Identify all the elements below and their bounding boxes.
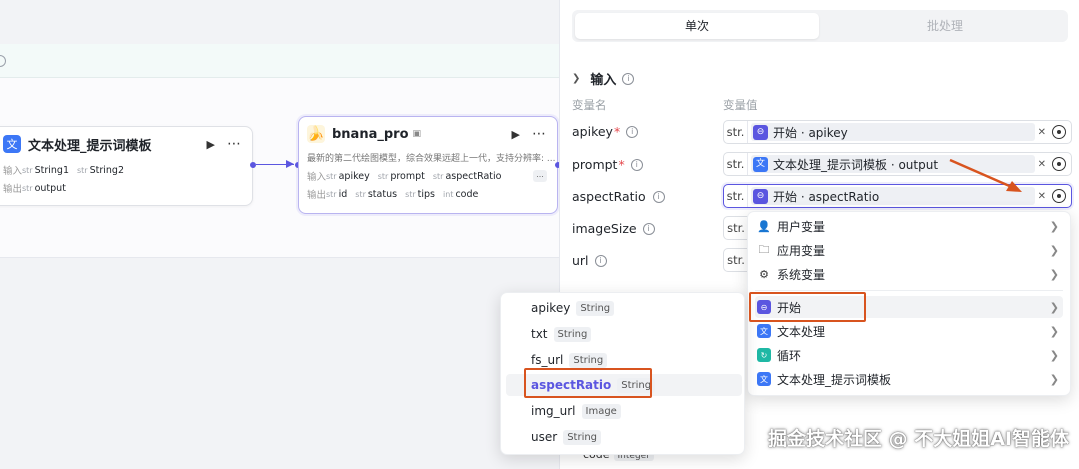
output-tag: str tips — [405, 188, 436, 200]
output-tag: str id — [326, 188, 348, 200]
chevron-right-icon: ❯ — [1049, 348, 1059, 362]
input-tag: str String1 — [22, 164, 69, 176]
variable-picker-icon[interactable] — [1052, 157, 1066, 171]
edge-arrow-icon — [286, 160, 294, 168]
input-tag: str apikey — [326, 170, 370, 182]
variable-item-apikey[interactable]: apikey String — [506, 297, 742, 319]
section-input-header[interactable]: ❯ 输入 i — [572, 69, 635, 88]
param-name: aspectRatio i — [572, 189, 665, 204]
banana-icon: 🍌 — [307, 125, 325, 143]
menu-item-loop[interactable]: ↻ 循环 ❯ — [755, 344, 1063, 366]
text-process-icon: 文 — [3, 135, 21, 153]
type-badge: String — [576, 300, 615, 316]
gear-icon: ⚙ — [759, 267, 769, 281]
node-text-template[interactable]: 文 文本处理_提示词模板 ▶ ⋯ 输入 str String1 str String… — [0, 126, 253, 206]
type-selector[interactable]: str. — [723, 216, 749, 240]
input-tag: str prompt — [377, 170, 425, 182]
clear-icon[interactable]: ✕ — [1038, 159, 1046, 170]
input-label: 输入 — [307, 172, 327, 183]
menu-item-system-vars[interactable]: ⚙ 系统变量 ❯ — [755, 263, 1063, 285]
type-selector[interactable]: str. — [724, 153, 748, 175]
info-icon: i — [642, 222, 655, 235]
clear-icon[interactable]: ✕ — [1038, 191, 1046, 202]
folder-icon: 🗀 — [758, 242, 770, 256]
menu-item-text-process[interactable]: 文文本处理 ❯ — [755, 320, 1063, 342]
info-icon: i — [626, 125, 639, 138]
type-selector[interactable]: str. — [724, 121, 748, 143]
chevron-right-icon: ❯ — [1049, 267, 1059, 281]
output-label: 输出 — [307, 190, 327, 201]
variable-picker-icon[interactable] — [1052, 125, 1066, 139]
clear-icon[interactable]: ✕ — [1038, 127, 1046, 138]
node-description: 最新的第二代绘图模型，综合效果远超上一代，支持分辨率: ... — [307, 154, 556, 164]
annotation-box-aspectratio — [524, 368, 652, 398]
more-icon[interactable]: ⋯ — [227, 136, 242, 152]
annotation-box-start — [749, 292, 866, 322]
input-tag: str String2 — [77, 164, 124, 176]
more-inputs-icon[interactable]: ... — [533, 170, 547, 182]
param-value-apikey[interactable]: str. ⊖ 开始 · apikey ✕ — [723, 120, 1072, 144]
menu-item-user-vars[interactable]: 👤 用户变量 ❯ — [755, 215, 1063, 237]
menu-divider — [755, 290, 1063, 291]
loop-icon: ↻ — [757, 348, 771, 362]
col-header-name: 变量名 — [572, 98, 607, 112]
input-tag: str aspectRatio — [432, 170, 502, 182]
variable-picker-icon[interactable] — [1052, 189, 1066, 203]
text-process-icon: 文 — [757, 372, 771, 386]
node-title: bnana_pro — [332, 126, 409, 142]
menu-item-text-template[interactable]: 文文本处理_提示词模板 ❯ — [755, 368, 1063, 390]
output-port[interactable] — [250, 162, 256, 168]
annotation-arrow-icon — [949, 158, 1022, 192]
variable-item-img-url[interactable]: img_url Image — [506, 400, 742, 422]
param-name: imageSize i — [572, 221, 655, 236]
tab-single[interactable]: 单次 — [575, 13, 819, 39]
node-banana-pro[interactable]: 🍌 bnana_pro ▣ ▶ ⋯ 最新的第二代绘图模型，综合效果远超上一代，支… — [298, 116, 558, 214]
type-badge: String — [563, 429, 602, 445]
input-label: 输入 — [3, 166, 23, 177]
chevron-right-icon: ❯ — [1049, 372, 1059, 386]
more-icon[interactable]: ⋯ — [532, 126, 547, 142]
col-header-value: 变量值 — [723, 98, 758, 112]
run-icon[interactable]: ▶ — [207, 138, 215, 151]
text-process-icon: 文 — [757, 324, 771, 338]
type-selector[interactable]: str. — [723, 248, 749, 272]
tab-batch[interactable]: 批处理 — [823, 13, 1067, 39]
output-label: 输出 — [3, 184, 23, 195]
variable-chip: ⊖ 开始 · apikey — [751, 123, 1035, 141]
save-icon: ▣ — [412, 129, 422, 139]
output-tag: int code — [443, 188, 479, 200]
chevron-right-icon: ❯ — [1049, 219, 1059, 233]
info-icon: i — [594, 254, 607, 267]
chevron-down-icon: ❯ — [572, 73, 581, 84]
type-selector[interactable]: str. — [724, 185, 748, 207]
menu-item-app-vars[interactable]: 🗀 应用变量 ❯ — [755, 239, 1063, 261]
chevron-right-icon: ❯ — [1049, 243, 1059, 257]
info-icon: i — [652, 190, 665, 203]
group-header — [0, 44, 560, 78]
section-title: 输入 — [590, 73, 617, 88]
output-tag: str status — [355, 188, 398, 200]
chevron-right-icon: ❯ — [1049, 324, 1059, 338]
param-name: apikey * i — [572, 124, 639, 139]
run-icon[interactable]: ▶ — [512, 128, 520, 141]
info-icon: i — [630, 158, 643, 171]
variable-item-txt[interactable]: txt String — [506, 323, 742, 345]
info-icon: i — [622, 72, 635, 85]
start-node-icon: ⊖ — [753, 124, 768, 140]
type-badge: String — [553, 326, 592, 342]
param-name: url i — [572, 253, 607, 268]
param-name: prompt * i — [572, 157, 643, 172]
type-badge: Image — [581, 403, 621, 419]
watermark: 掘金技术社区 @ 不大姐姐AI智能体 — [767, 428, 1069, 450]
type-badge: String — [569, 352, 608, 368]
node-title: 文本处理_提示词模板 — [28, 138, 152, 154]
user-icon: 👤 — [757, 219, 771, 233]
start-node-icon: ⊖ — [753, 188, 768, 204]
variable-item-user[interactable]: user String — [506, 426, 742, 448]
output-tag: str output — [22, 182, 66, 194]
text-process-icon: 文 — [753, 156, 768, 172]
chevron-right-icon: ❯ — [1049, 300, 1059, 314]
